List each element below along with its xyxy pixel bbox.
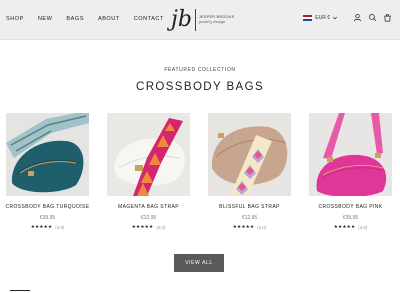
- product-name[interactable]: MAGENTA BAG STRAP: [118, 204, 179, 210]
- star-rating-icon: ★★★★★: [131, 225, 154, 230]
- product-image[interactable]: [107, 113, 190, 196]
- cart-icon[interactable]: [383, 13, 392, 22]
- nav-contact[interactable]: CONTACT: [134, 15, 164, 23]
- rating-value: (5.0): [156, 225, 166, 230]
- product-image[interactable]: [208, 113, 291, 196]
- product-price: €12,95: [140, 215, 157, 221]
- star-rating-icon: ★★★★★: [30, 225, 53, 230]
- view-all-button[interactable]: VIEW ALL: [174, 254, 224, 272]
- product-name[interactable]: CROSSBODY BAG TURQUOISE: [5, 204, 89, 210]
- product-card[interactable]: BLISSFUL BAG STRAP €12,95 ★★★★★ (5.0): [208, 113, 291, 230]
- star-rating-icon: ★★★★★: [232, 225, 255, 230]
- logo-monogram: jb: [171, 9, 196, 31]
- product-card[interactable]: MAGENTA BAG STRAP €12,95 ★★★★★ (5.0): [107, 113, 190, 230]
- main-nav: SHOP NEW BAGS ABOUT CONTACT: [6, 15, 178, 23]
- nav-bags[interactable]: BAGS: [66, 15, 84, 23]
- product-grid: CROSSBODY BAG TURQUOISE €39,95 ★★★★★ (4.…: [5, 113, 394, 230]
- product-card[interactable]: CROSSBODY BAG TURQUOISE €39,95 ★★★★★ (4.…: [5, 113, 89, 230]
- product-rating: ★★★★★ (5.0): [233, 225, 267, 230]
- rating-value: (5.0): [257, 225, 267, 230]
- star-rating-icon: ★★★★★: [333, 225, 356, 230]
- product-price: €12,95: [241, 215, 258, 221]
- rating-value: (4.9): [55, 225, 65, 230]
- header-actions: EUR €: [303, 13, 392, 22]
- section-eyebrow: FEATURED COLLECTION: [164, 67, 236, 73]
- rating-value: (4.8): [358, 225, 368, 230]
- product-card[interactable]: CROSSBODY BAG PINK €39,95 ★★★★★ (4.8): [309, 113, 392, 230]
- product-price: €39,95: [342, 215, 359, 221]
- nav-about[interactable]: ABOUT: [98, 15, 120, 23]
- chevron-down-icon[interactable]: [332, 15, 338, 21]
- product-name[interactable]: CROSSBODY BAG PINK: [318, 204, 382, 210]
- product-rating: ★★★★★ (4.8): [334, 225, 368, 230]
- product-image[interactable]: [6, 113, 89, 196]
- search-icon[interactable]: [368, 13, 377, 22]
- account-icon[interactable]: [353, 13, 362, 22]
- product-rating: ★★★★★ (4.9): [31, 225, 65, 230]
- logo-tagline: jewelry design: [198, 20, 226, 24]
- site-header: SHOP NEW BAGS ABOUT CONTACT jb JESPER BR…: [0, 0, 400, 40]
- section-title: CROSSBODY BAGS: [135, 81, 265, 93]
- product-name[interactable]: BLISSFUL BAG STRAP: [219, 204, 280, 210]
- currency-selector[interactable]: EUR €: [315, 15, 330, 21]
- brand-logo[interactable]: jb JESPER BROOKS jewelry design: [171, 5, 234, 35]
- product-price: €39,95: [39, 215, 56, 221]
- flag-netherlands-icon[interactable]: [303, 14, 313, 21]
- product-rating: ★★★★★ (5.0): [132, 225, 166, 230]
- product-image[interactable]: [309, 113, 392, 196]
- nav-shop[interactable]: SHOP: [6, 15, 24, 23]
- divider: [10, 290, 30, 291]
- nav-new[interactable]: NEW: [38, 15, 53, 23]
